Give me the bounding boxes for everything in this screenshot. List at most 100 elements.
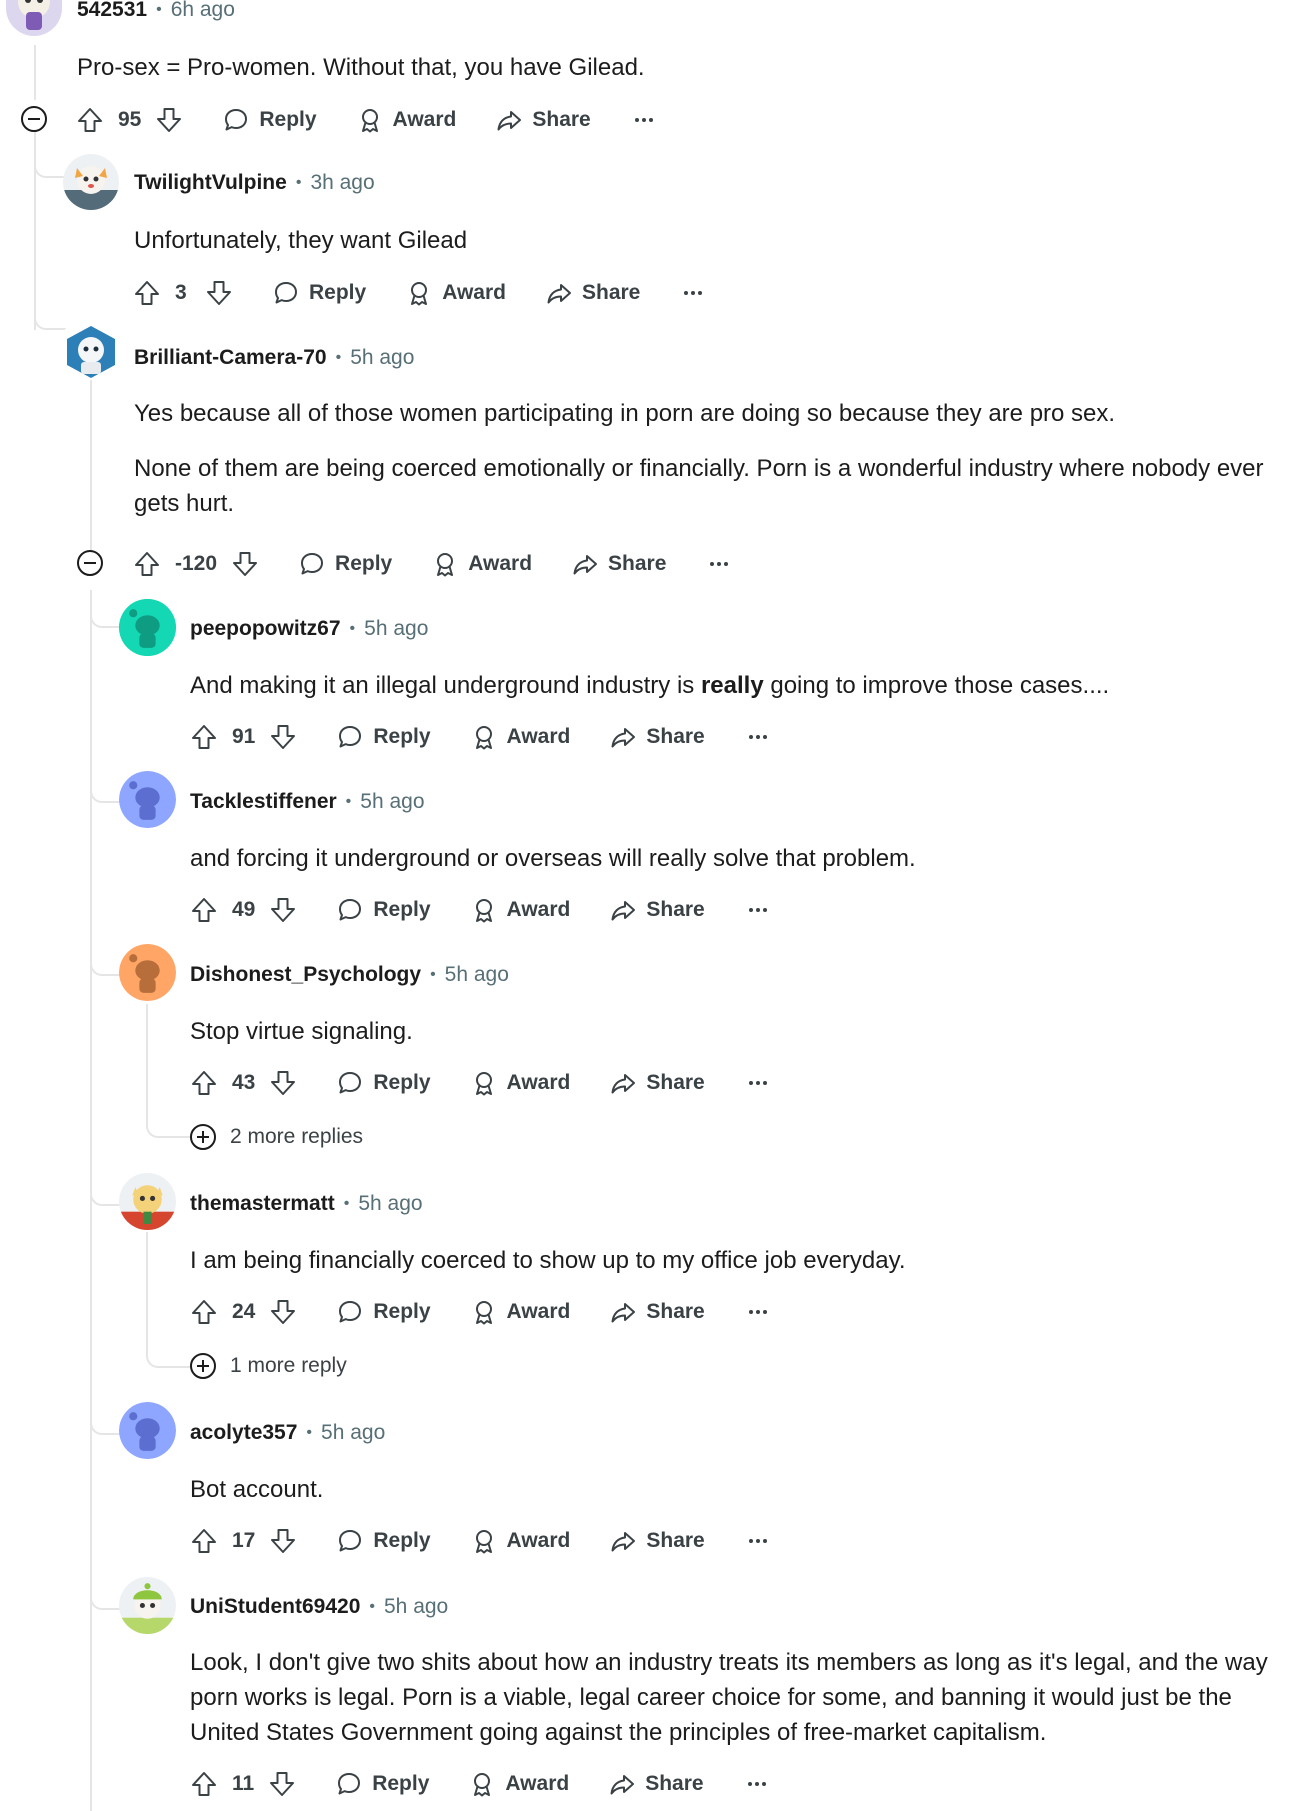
award-label: Award (505, 1772, 570, 1795)
more-options-button[interactable] (708, 560, 730, 568)
more-options-button[interactable] (747, 1079, 769, 1087)
award-button[interactable]: Award (471, 1528, 570, 1554)
collapse-thread-button[interactable] (21, 106, 47, 132)
upvote-icon[interactable] (133, 279, 161, 307)
timestamp[interactable]: 5h ago (350, 346, 414, 370)
upvote-icon[interactable] (190, 896, 218, 924)
downvote-icon[interactable] (269, 1069, 297, 1097)
share-button[interactable]: Share (610, 1299, 705, 1325)
downvote-icon[interactable] (269, 896, 297, 924)
reply-button[interactable]: Reply (337, 897, 431, 923)
reply-button[interactable]: Reply (337, 1299, 431, 1325)
avatar[interactable] (119, 599, 176, 656)
reply-button[interactable]: Reply (336, 1771, 429, 1797)
comment-paragraph: I am being financially coerced to show u… (190, 1247, 906, 1274)
comment-body: Look, I don't give two shits about how a… (190, 1645, 1275, 1750)
award-button[interactable]: Award (471, 724, 570, 750)
collapse-thread-button[interactable] (77, 550, 103, 576)
award-button[interactable]: Award (406, 280, 506, 306)
upvote-icon[interactable] (190, 1069, 218, 1097)
avatar[interactable] (119, 944, 176, 1001)
award-button[interactable]: Award (432, 551, 532, 577)
reply-button[interactable]: Reply (337, 1070, 431, 1096)
share-button[interactable]: Share (546, 280, 640, 306)
more-options-button[interactable] (747, 906, 769, 914)
share-button[interactable]: Share (610, 1528, 705, 1554)
comment-paragraph: Unfortunately, they want Gilead (134, 227, 468, 254)
award-button[interactable]: Award (471, 1299, 570, 1325)
author-name[interactable]: Brilliant-Camera-70 (134, 346, 327, 370)
share-button[interactable]: Share (496, 107, 591, 133)
author-name[interactable]: TwilightVulpine (134, 171, 287, 195)
upvote-icon[interactable] (76, 106, 104, 134)
avatar[interactable] (63, 324, 119, 380)
share-button[interactable]: Share (610, 1070, 705, 1096)
avatar[interactable] (119, 771, 176, 828)
award-icon (475, 726, 492, 750)
author-name[interactable]: Dishonest_Psychology (190, 963, 421, 987)
timestamp[interactable]: 5h ago (364, 617, 428, 641)
share-button[interactable]: Share (610, 897, 705, 923)
more-options-button[interactable] (747, 1537, 769, 1545)
share-icon (547, 284, 571, 304)
more-options-button[interactable] (747, 1308, 769, 1316)
vote-group: 91 (190, 723, 297, 751)
thread-elbow (90, 1582, 120, 1610)
downvote-icon[interactable] (205, 279, 233, 307)
more-options-button[interactable] (633, 116, 655, 124)
thread-line-level2 (90, 380, 92, 558)
timestamp[interactable]: 5h ago (321, 1421, 385, 1445)
author-name[interactable]: UniStudent69420 (190, 1595, 360, 1619)
award-button[interactable]: Award (471, 897, 570, 923)
reply-button[interactable]: Reply (223, 107, 317, 133)
upvote-icon[interactable] (190, 1770, 218, 1798)
author-name[interactable]: 542531 (77, 0, 147, 22)
downvote-icon[interactable] (155, 106, 183, 134)
award-button[interactable]: Award (471, 1070, 571, 1096)
comment-meta: UniStudent69420 • 5h ago (190, 1595, 448, 1619)
timestamp[interactable]: 5h ago (445, 963, 509, 987)
author-name[interactable]: Tacklestiffener (190, 790, 337, 814)
avatar[interactable] (6, 0, 62, 36)
author-name[interactable]: themastermatt (190, 1192, 335, 1216)
downvote-icon[interactable] (269, 1298, 297, 1326)
award-button[interactable]: Award (357, 107, 456, 133)
timestamp[interactable]: 5h ago (360, 790, 424, 814)
author-name[interactable]: acolyte357 (190, 1421, 297, 1445)
timestamp[interactable]: 5h ago (358, 1192, 422, 1216)
more-options-button[interactable] (747, 733, 769, 741)
upvote-icon[interactable] (133, 550, 161, 578)
timestamp[interactable]: 3h ago (310, 171, 374, 195)
author-name[interactable]: peepopowitz67 (190, 617, 341, 641)
downvote-icon[interactable] (269, 1527, 297, 1555)
upvote-icon[interactable] (190, 1527, 218, 1555)
timestamp[interactable]: 5h ago (384, 1595, 448, 1619)
avatar[interactable] (119, 1402, 176, 1459)
share-icon (611, 1532, 636, 1552)
reply-button[interactable]: Reply (299, 551, 392, 577)
comment-meta: 542531 • 6h ago (77, 0, 235, 22)
reply-button[interactable]: Reply (337, 724, 431, 750)
downvote-icon[interactable] (268, 1770, 296, 1798)
share-button[interactable]: Share (609, 1771, 704, 1797)
avatar[interactable] (119, 1173, 176, 1230)
downvote-icon[interactable] (231, 550, 259, 578)
award-button[interactable]: Award (469, 1771, 569, 1797)
upvote-icon[interactable] (190, 723, 218, 751)
reply-button[interactable]: Reply (337, 1528, 431, 1554)
award-label: Award (506, 1071, 571, 1094)
reply-label: Reply (309, 281, 367, 304)
share-button[interactable]: Share (572, 551, 666, 577)
more-replies-button[interactable]: 1 more reply (190, 1353, 347, 1379)
reply-button[interactable]: Reply (273, 280, 366, 306)
downvote-icon[interactable] (269, 723, 297, 751)
upvote-icon[interactable] (190, 1298, 218, 1326)
more-replies-button[interactable]: 2 more replies (190, 1124, 363, 1150)
more-options-button[interactable] (746, 1780, 768, 1788)
more-options-button[interactable] (682, 289, 704, 297)
avatar[interactable] (119, 1577, 176, 1634)
avatar[interactable] (63, 154, 119, 210)
reply-label: Reply (373, 1071, 431, 1094)
share-button[interactable]: Share (610, 724, 705, 750)
timestamp[interactable]: 6h ago (171, 0, 235, 22)
